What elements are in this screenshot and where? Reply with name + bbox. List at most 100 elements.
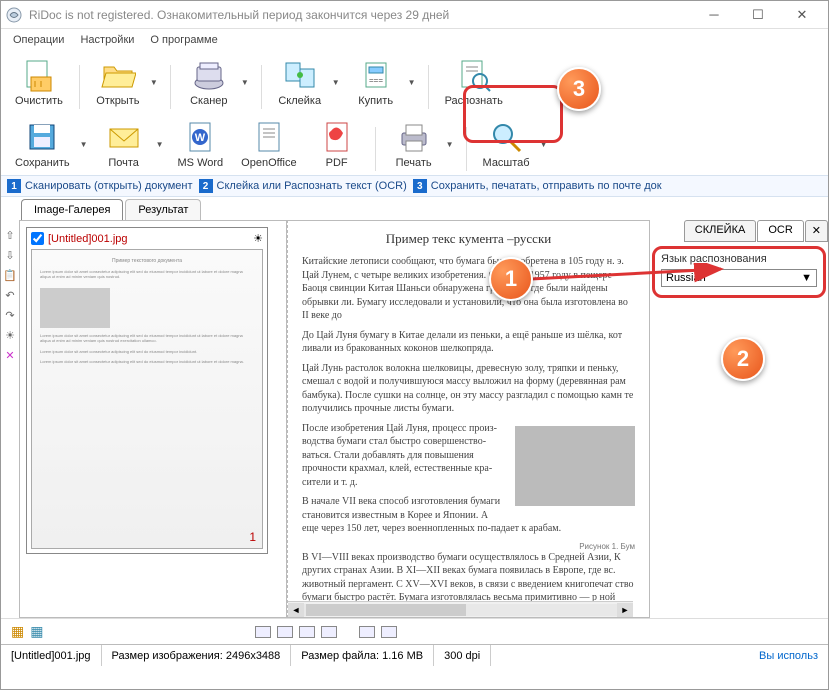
rotate-right-icon[interactable]: ↷ [3,308,17,322]
zoom-button[interactable]: Масштаб [477,117,536,171]
rotate-left-icon[interactable]: ↶ [3,288,17,302]
grid-icon[interactable]: ▦ [11,623,24,640]
buy-icon: === [358,57,394,93]
horizontal-scrollbar[interactable]: ◄ ► [288,601,633,617]
thumb-page-number: 1 [249,530,256,544]
step-3-label: Сохранить, печатать, отправить по почте … [431,180,662,192]
save-dropdown[interactable]: ▼ [78,140,90,149]
msword-icon: W [182,119,218,155]
toolbar-export: Сохранить ▼ Почта ▼ W MS Word OpenOffice… [1,113,828,175]
menu-operations[interactable]: Операции [7,31,70,49]
menu-about[interactable]: О программе [144,31,223,49]
app-icon [5,6,23,24]
status-dpi: 300 dpi [434,645,491,666]
toolbar-main: Очистить Открыть ▼ Сканер ▼ Склейка ▼ ==… [1,51,828,113]
recognize-icon [456,57,492,93]
status-image-size: Размер изображения: 2496x3488 [102,645,292,666]
mail-icon [106,119,142,155]
glue-button[interactable]: Склейка [272,55,328,109]
status-file-size: Размер файла: 1.16 MB [291,645,434,666]
status-trial: Вы использ [749,645,828,666]
clipboard-icon[interactable]: 📋 [3,268,17,282]
print-label: Печать [396,157,432,169]
step-2-label: Склейка или Распознать текст (OCR) [217,180,407,192]
chevron-down-icon: ▼ [801,272,812,284]
maximize-button[interactable]: ☐ [736,2,780,28]
save-label: Сохранить [15,157,70,169]
openoffice-button[interactable]: OpenOffice [235,117,302,171]
doc-figure [515,426,635,506]
callout-3: 3 [557,67,601,111]
folder-open-icon [100,57,136,93]
doc-p2: До Цай Луня бумагу в Китае делали из пен… [302,329,635,356]
print-button[interactable]: Печать [386,117,442,171]
buy-button[interactable]: === Купить [348,55,404,109]
print-icon [396,119,432,155]
thumb-filename: [Untitled]001.jpg [48,233,128,245]
zoom-dropdown[interactable]: ▼ [538,140,550,149]
save-icon [24,119,60,155]
clear-icon [21,57,57,93]
tab-glue[interactable]: СКЛЕЙКА [684,220,757,242]
tab-close[interactable]: ✕ [805,220,828,242]
content-tabs: Image-Галерея Результат [1,197,828,220]
separator [79,65,80,109]
scanner-dropdown[interactable]: ▼ [239,78,251,87]
open-button[interactable]: Открыть [90,55,146,109]
status-bar: [Untitled]001.jpg Размер изображения: 24… [1,644,828,666]
window-controls: ─ ☐ ✕ [692,2,824,28]
tab-result[interactable]: Результат [125,199,201,220]
callout-2: 2 [721,337,765,381]
separator [466,127,467,171]
grid2-icon[interactable]: ▦ [30,623,43,640]
minimize-button[interactable]: ─ [692,2,736,28]
view-mode-1[interactable] [255,626,271,638]
sun-icon[interactable]: ☀ [253,232,263,245]
right-tabs: СКЛЕЙКА OCR ✕ [650,220,828,242]
tab-gallery[interactable]: Image-Галерея [21,199,123,220]
mail-label: Почта [108,157,139,169]
mail-dropdown[interactable]: ▼ [154,140,166,149]
save-button[interactable]: Сохранить [9,117,76,171]
scanner-label: Сканер [190,95,227,107]
scanner-button[interactable]: Сканер [181,55,237,109]
view-mode-2[interactable] [277,626,293,638]
open-dropdown[interactable]: ▼ [148,78,160,87]
gallery-panel: [Untitled]001.jpg ☀ Пример текстового до… [19,220,287,618]
menu-settings[interactable]: Настройки [74,31,140,49]
arrow-up-icon[interactable]: ⇧ [3,228,17,242]
thumbnail[interactable]: [Untitled]001.jpg ☀ Пример текстового до… [26,227,268,554]
arrow-down-icon[interactable]: ⇩ [3,248,17,262]
brightness-icon[interactable]: ☀ [3,328,17,342]
buy-dropdown[interactable]: ▼ [406,78,418,87]
thumb-checkbox[interactable] [31,232,44,245]
callout-1: 1 [489,257,533,301]
separator [261,65,262,109]
view-mode-5[interactable] [359,626,375,638]
close-button[interactable]: ✕ [780,2,824,28]
doc-title: Пример текс кумента –русски [302,231,635,247]
step-3: 3Сохранить, печатать, отправить по почте… [413,179,662,193]
recognize-label: Распознать [445,95,503,107]
view-mode-4[interactable] [321,626,337,638]
pdf-label: PDF [326,157,348,169]
print-dropdown[interactable]: ▼ [444,140,456,149]
open-label: Открыть [96,95,139,107]
separator [375,127,376,171]
recognize-button[interactable]: Распознать [439,55,509,109]
view-mode-6[interactable] [381,626,397,638]
separator [428,65,429,109]
msword-button[interactable]: W MS Word [172,117,230,171]
scroll-left[interactable]: ◄ [288,603,304,617]
doc-caption: Рисунок 1. Бум [302,542,635,551]
glue-dropdown[interactable]: ▼ [330,78,342,87]
view-mode-3[interactable] [299,626,315,638]
openoffice-icon [251,119,287,155]
tab-ocr[interactable]: OCR [757,220,803,242]
scroll-right[interactable]: ► [617,603,633,617]
step-1-label: Сканировать (открыть) документ [25,180,193,192]
mail-button[interactable]: Почта [96,117,152,171]
delete-icon[interactable]: ✕ [3,348,17,362]
clear-button[interactable]: Очистить [9,55,69,109]
pdf-button[interactable]: PDF [309,117,365,171]
